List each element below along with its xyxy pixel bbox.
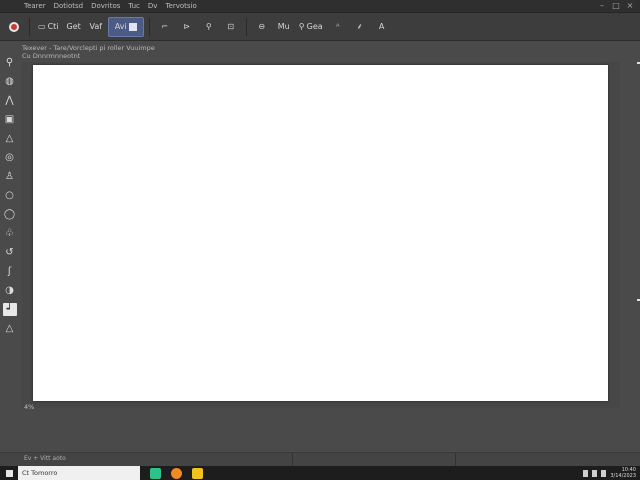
folder-icon[interactable]: [192, 467, 203, 479]
files-icon[interactable]: [171, 467, 182, 479]
battery-icon[interactable]: [601, 469, 607, 477]
crop-icon: ⌐: [161, 22, 169, 31]
menu-item[interactable]: Dotiotsd: [54, 2, 83, 10]
taskbar: Ct Tomorro 10:40 3/14/2023: [0, 466, 640, 480]
layer-icon: ⊖: [258, 22, 266, 31]
close-button[interactable]: ×: [626, 2, 634, 10]
search-icon: ⚲: [205, 22, 212, 31]
menu-item[interactable]: Tearer: [24, 2, 46, 10]
menu-item[interactable]: Dovritos: [91, 2, 120, 10]
options-bar: Texever - Tare/Vorclepti pi roller Vuuim…: [22, 42, 640, 62]
network-icon[interactable]: [583, 469, 589, 477]
tool-panel: ⚲ ◍ ⋀ ▣ △ ◎ ♙ ○ ◯ ♧ ↺ ʃ ◑ ┙ △: [0, 56, 19, 356]
paint-icon: ⸙: [356, 22, 363, 31]
pen-tool-icon[interactable]: ʃ: [3, 265, 17, 278]
toolbar-button-gea[interactable]: ⚲ Gea: [296, 17, 326, 37]
minimize-button[interactable]: –: [598, 2, 606, 10]
rotate-icon: ⊳: [183, 22, 191, 31]
hand-tool-icon[interactable]: △: [3, 322, 17, 335]
toolbar-button-vaf[interactable]: Vaf: [86, 17, 106, 37]
document-bar-text: Ev + Vitt aoto: [24, 455, 66, 462]
toolbar-button-text[interactable]: ᴬ: [328, 17, 348, 37]
volume-icon[interactable]: [592, 469, 598, 477]
ellipse-tool-icon[interactable]: ○: [3, 189, 17, 202]
taskbar-search[interactable]: Ct Tomorro: [18, 466, 140, 480]
brush-tool-icon[interactable]: ⋀: [3, 94, 17, 107]
toolbar-button-label: Cti: [47, 22, 59, 31]
toolbar-separator: [29, 17, 30, 36]
menu-item[interactable]: Tervotsio: [165, 2, 196, 10]
toolbar-button-label: Vaf: [89, 22, 103, 31]
zoom-level: 4%: [24, 403, 35, 411]
options-line: Texever - Tare/Vorclepti pi roller Vuuim…: [22, 44, 155, 52]
circle-tool-icon[interactable]: ◯: [3, 208, 17, 221]
history-tool-icon[interactable]: ↺: [3, 246, 17, 259]
dodge-tool-icon[interactable]: ◑: [3, 284, 17, 297]
image-icon: [128, 22, 137, 31]
windows-icon: [5, 469, 13, 477]
toolbar-button-get[interactable]: Get: [64, 17, 84, 37]
canvas[interactable]: [33, 65, 608, 401]
toolbar-button-label: Avi: [114, 22, 127, 31]
options-line: Cu Dnnrmnneotnt: [22, 52, 81, 60]
text-tool-icon[interactable]: ┙: [2, 303, 17, 316]
divider: [455, 453, 456, 466]
flip-icon: ⊡: [227, 22, 235, 31]
app-logo-icon[interactable]: [4, 17, 24, 37]
toolbar-separator: [148, 17, 150, 36]
toolbar-button-label: Get: [66, 22, 81, 31]
blur-tool-icon[interactable]: ♧: [3, 227, 17, 240]
menu-item[interactable]: Dv: [148, 2, 158, 10]
search-icon: ⚲: [298, 22, 305, 31]
menu-item[interactable]: Tuc: [128, 2, 140, 10]
toolbar-button-layer[interactable]: ⊖: [252, 17, 272, 37]
toolbar-button-flip[interactable]: ⊡: [221, 17, 241, 37]
toolbar-button-a[interactable]: A: [372, 17, 392, 37]
clock[interactable]: 10:40 3/14/2023: [610, 467, 636, 479]
stamp-tool-icon[interactable]: ♙: [3, 170, 17, 183]
divider: [292, 453, 293, 466]
toolbar-button-label: A: [378, 22, 385, 31]
toolbar: ▭ Cti Get Vaf Avi ⌐ ⊳ ⚲ ⊡ ⊖ Mu ⚲ Gea ᴬ ⸙…: [0, 13, 640, 41]
toolbar-button-image[interactable]: Avi: [107, 16, 144, 37]
toolbar-button-paint[interactable]: ⸙: [350, 17, 370, 37]
text-icon: ᴬ: [335, 22, 340, 31]
toolbar-button-crop[interactable]: ⌐: [155, 17, 175, 37]
toolbar-button-doc[interactable]: ▭ Cti: [35, 17, 62, 37]
search-placeholder: Ct Tomorro: [22, 469, 58, 477]
toolbar-separator: [245, 17, 247, 36]
toolbar-button-mu[interactable]: Mu: [274, 17, 294, 37]
document-icon: ▭: [38, 22, 46, 31]
browser-icon[interactable]: [150, 467, 161, 479]
maximize-button[interactable]: □: [612, 2, 620, 10]
window-controls: – □ ×: [598, 2, 634, 10]
menu-bar: Tearer Dotiotsd Dovritos Tuc Dv Tervotsi…: [0, 0, 640, 13]
toolbar-button-search[interactable]: ⚲: [199, 17, 219, 37]
toolbar-button-label: Gea: [306, 22, 323, 31]
system-tray: 10:40 3/14/2023: [583, 467, 636, 479]
move-tool-icon[interactable]: ⚲: [3, 56, 17, 69]
toolbar-button-rotate[interactable]: ⊳: [177, 17, 197, 37]
document-bar: Ev + Vitt aoto: [0, 452, 640, 466]
frame-tool-icon[interactable]: ▣: [3, 113, 17, 126]
clock-date: 3/14/2023: [610, 473, 636, 479]
fill-tool-icon[interactable]: ◎: [3, 151, 17, 164]
start-button[interactable]: [0, 466, 18, 480]
toolbar-button-label: Mu: [277, 22, 290, 31]
shape-tool-icon[interactable]: △: [3, 132, 17, 145]
lasso-tool-icon[interactable]: ◍: [3, 75, 17, 88]
